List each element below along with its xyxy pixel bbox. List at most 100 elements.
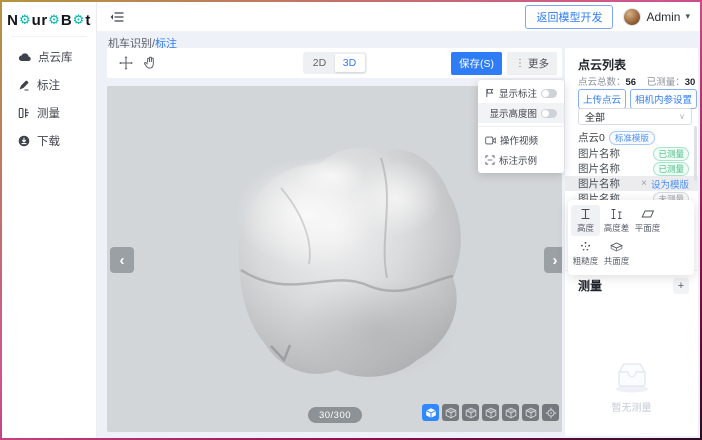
download-icon xyxy=(18,135,30,147)
upload-pointcloud-button[interactable]: 上传点云 xyxy=(578,89,626,109)
sidebar-item-measure[interactable]: 测量 xyxy=(2,99,96,127)
view-left-button[interactable] xyxy=(482,404,499,421)
view-iso-button[interactable] xyxy=(422,404,439,421)
ruler-icon xyxy=(18,107,30,119)
divider xyxy=(11,36,87,37)
screenshot-frame: N⚙ur⚙B⚙t 点云库 标注 测量 下载 返回模型开发 Admin xyxy=(0,0,702,440)
logo-text: B xyxy=(61,12,72,29)
sidebar-item-label: 点云库 xyxy=(38,49,73,65)
show-annotation-toggle[interactable] xyxy=(541,89,557,98)
divider xyxy=(478,126,564,127)
chevron-down-icon: ▾ xyxy=(685,11,690,22)
more-button[interactable]: ⋮更多 xyxy=(507,52,557,75)
view-2d-button[interactable]: 2D xyxy=(305,54,335,72)
tool-label: 高度 xyxy=(577,222,594,234)
tool-height[interactable]: 高度 xyxy=(571,205,600,236)
logo-text: t xyxy=(85,12,91,29)
measure-tools-popup: 高度 高度差 平面度 粗糙度 共面度 xyxy=(568,200,694,275)
previous-image-button[interactable]: ‹ xyxy=(110,247,134,273)
empty-state-text: 暂无测量 xyxy=(612,399,652,414)
pointcloud-name: 点云0 xyxy=(578,130,605,145)
measured-label: 已测量： xyxy=(647,77,685,88)
save-button[interactable]: 保存(S) xyxy=(451,52,502,75)
tool-label: 平面度 xyxy=(635,222,661,234)
app-window: N⚙ur⚙B⚙t 点云库 标注 测量 下载 返回模型开发 Admin xyxy=(2,2,700,438)
next-image-button[interactable]: › xyxy=(544,247,562,273)
video-icon xyxy=(485,136,496,145)
menu-item-show-annotation[interactable]: 显示标注 xyxy=(478,83,564,103)
sidebar-item-label: 标注 xyxy=(37,77,60,93)
status-badge: 已测量 xyxy=(653,147,689,161)
move-tool-icon[interactable] xyxy=(119,56,133,70)
tool-flatness[interactable]: 平面度 xyxy=(633,205,662,236)
view-right-button[interactable] xyxy=(502,404,519,421)
menu-item-show-heightmap[interactable]: 显示高度图 xyxy=(478,103,564,123)
empty-state: 暂无测量 xyxy=(565,360,698,414)
tool-height-difference[interactable]: 高度差 xyxy=(602,205,631,236)
show-heightmap-toggle[interactable] xyxy=(541,109,557,118)
tool-roughness[interactable]: 粗糙度 xyxy=(571,238,600,269)
chevron-down-icon: ∨ xyxy=(679,112,685,121)
view-front-button[interactable] xyxy=(442,404,459,421)
flatness-icon xyxy=(641,208,655,220)
height-difference-icon xyxy=(610,208,623,220)
view-top-button[interactable] xyxy=(522,404,539,421)
tool-coplanarity[interactable]: 共面度 xyxy=(602,238,631,269)
view-3d-button[interactable]: 3D xyxy=(335,54,365,72)
template-badge: 标准模版 xyxy=(609,131,655,145)
gear-icon: ⚙ xyxy=(19,12,31,28)
more-dots-icon: ⋮ xyxy=(515,58,525,69)
image-name: 图片名称 xyxy=(578,146,620,161)
menu-item-operation-video[interactable]: 操作视频 xyxy=(478,130,564,150)
sidebar-item-annotate[interactable]: 标注 xyxy=(2,71,96,99)
filter-value: 全部 xyxy=(585,109,605,124)
tool-label: 共面度 xyxy=(604,255,630,267)
collapse-sidebar-icon[interactable] xyxy=(110,11,124,23)
sidebar-item-pointcloud-library[interactable]: 点云库 xyxy=(2,43,96,71)
sidebar-item-download[interactable]: 下载 xyxy=(2,127,96,155)
canvas-toolbar: 2D 3D 保存(S) ⋮更多 xyxy=(107,48,562,78)
set-as-template-link[interactable]: 设为模版 xyxy=(651,177,689,191)
menu-item-label: 操作视频 xyxy=(500,133,538,147)
total-value: 56 xyxy=(626,77,637,88)
close-icon[interactable]: × xyxy=(641,178,647,189)
sidebar-item-label: 测量 xyxy=(37,105,60,121)
reset-view-button[interactable] xyxy=(542,404,559,421)
tooth-3d-mesh xyxy=(211,118,473,394)
filter-select[interactable]: 全部 ∨ xyxy=(578,108,692,125)
view-back-button[interactable] xyxy=(462,404,479,421)
panel-title: 点云列表 xyxy=(578,56,626,73)
image-row[interactable]: 图片名称 已测量 xyxy=(565,161,698,176)
camera-params-button[interactable]: 相机内参设置 xyxy=(630,89,697,109)
avatar xyxy=(623,8,641,26)
pointcloud-panel: 点云列表 点云总数：56 已测量：30 上传点云 相机内参设置 全部 ∨ 点云0… xyxy=(565,48,698,436)
app-logo: N⚙ur⚙B⚙t xyxy=(2,4,96,36)
total-label: 点云总数： xyxy=(578,77,626,88)
menu-item-label: 显示高度图 xyxy=(489,106,537,120)
height-icon xyxy=(579,208,592,220)
panel-stats: 点云总数：56 已测量：30 xyxy=(578,74,695,88)
cloud-icon xyxy=(18,52,31,62)
frame-icon xyxy=(485,155,495,165)
sidebar-item-label: 下载 xyxy=(37,133,60,149)
user-menu[interactable]: Admin ▾ xyxy=(623,8,690,26)
image-row[interactable]: 图片名称 已测量 xyxy=(565,146,698,161)
gear-icon: ⚙ xyxy=(48,12,60,28)
panel-scrollbar[interactable] xyxy=(694,126,697,181)
sidebar: N⚙ur⚙B⚙t 点云库 标注 测量 下载 xyxy=(2,2,97,438)
add-measurement-button[interactable]: + xyxy=(673,278,689,294)
image-name: 图片名称 xyxy=(578,161,620,176)
empty-tray-icon xyxy=(611,360,653,394)
flag-icon xyxy=(485,88,495,98)
more-dropdown-menu: 显示标注 显示高度图 操作视频 标注示例 xyxy=(478,80,564,173)
menu-item-annotation-example[interactable]: 标注示例 xyxy=(478,150,564,170)
image-row-selected[interactable]: 图片名称 × 设为模版 xyxy=(565,176,698,191)
logo-text: ur xyxy=(32,12,48,29)
status-badge: 已测量 xyxy=(653,162,689,176)
image-name: 图片名称 xyxy=(578,176,620,191)
hand-tool-icon[interactable] xyxy=(143,56,157,70)
back-to-model-dev-button[interactable]: 返回模型开发 xyxy=(525,5,613,29)
pointcloud-group-row[interactable]: 点云0 标准模版 xyxy=(578,130,655,145)
menu-item-label: 显示标注 xyxy=(499,86,537,100)
tool-label: 高度差 xyxy=(604,222,630,234)
